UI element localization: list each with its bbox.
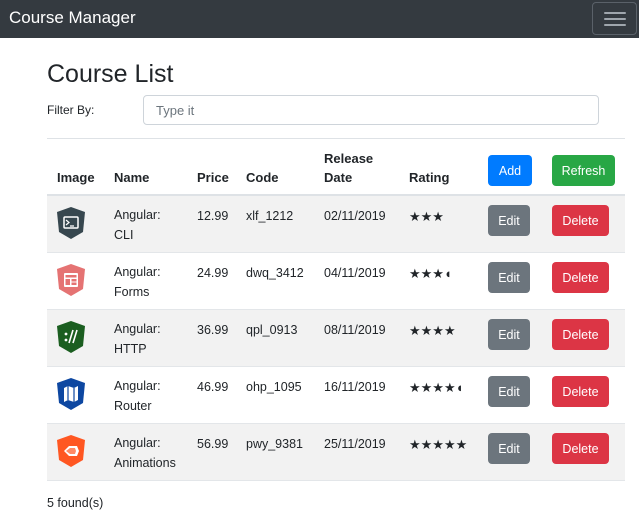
delete-button[interactable]: Delete xyxy=(552,205,609,236)
course-price: 24.99 xyxy=(197,266,229,280)
course-release-date: 16/11/2019 xyxy=(324,380,386,394)
star-rating: ★★★ xyxy=(409,209,444,224)
hamburger-icon-bar xyxy=(604,18,626,20)
star-rating: ★★★◖ xyxy=(409,266,452,281)
refresh-button[interactable]: Refresh xyxy=(552,155,615,186)
table-row: Angular: CLI 12.99 xlf_1212 02/11/2019 ★… xyxy=(47,196,625,253)
table-row: Angular: Animations 56.99 pwy_9381 25/11… xyxy=(47,424,625,481)
header-release-line2: Date xyxy=(324,170,353,185)
course-price: 56.99 xyxy=(197,437,229,451)
add-button[interactable]: Add xyxy=(488,155,532,186)
course-release-date: 02/11/2019 xyxy=(324,209,386,223)
edit-button[interactable]: Edit xyxy=(488,433,530,464)
star-rating: ★★★★★ xyxy=(409,437,468,452)
course-name-line2: Forms xyxy=(114,285,150,299)
course-code: ohp_1095 xyxy=(246,380,302,394)
delete-button[interactable]: Delete xyxy=(552,433,609,464)
course-release-date: 08/11/2019 xyxy=(324,323,386,337)
table-row: Angular: HTTP 36.99 qpl_0913 08/11/2019 … xyxy=(47,310,625,367)
course-release-date: 04/11/2019 xyxy=(324,266,386,280)
course-name-line2: Router xyxy=(114,399,152,413)
course-name: Angular: Forms xyxy=(114,262,161,302)
course-release-date: 25/11/2019 xyxy=(324,437,386,451)
http-icon xyxy=(57,321,85,353)
table-row: Angular: Router 46.99 ohp_1095 16/11/201… xyxy=(47,367,625,424)
course-code: pwy_9381 xyxy=(246,437,303,451)
page-title: Course List xyxy=(47,60,174,88)
course-price: 46.99 xyxy=(197,380,229,394)
course-name: Angular: Router xyxy=(114,376,161,416)
course-name: Angular: CLI xyxy=(114,205,161,245)
course-name: Angular: Animations xyxy=(114,433,176,473)
course-name-line2: Animations xyxy=(114,456,176,470)
hamburger-icon xyxy=(604,12,626,14)
filter-input[interactable] xyxy=(143,95,599,125)
course-price: 36.99 xyxy=(197,323,229,337)
header-release-date: Release Date xyxy=(324,149,373,187)
course-name-line2: CLI xyxy=(114,228,134,242)
course-price: 12.99 xyxy=(197,209,229,223)
edit-button[interactable]: Edit xyxy=(488,262,530,293)
header-code: Code xyxy=(246,170,279,185)
course-code: xlf_1212 xyxy=(246,209,294,223)
edit-button[interactable]: Edit xyxy=(488,319,530,350)
course-code: qpl_0913 xyxy=(246,323,298,337)
edit-button[interactable]: Edit xyxy=(488,376,530,407)
divider xyxy=(47,138,625,139)
header-price: Price xyxy=(197,170,229,185)
course-code: dwq_3412 xyxy=(246,266,304,280)
router-icon xyxy=(57,378,85,410)
course-name-line1: Angular: xyxy=(114,208,161,222)
hamburger-icon-bar xyxy=(604,24,626,26)
header-rating: Rating xyxy=(409,170,450,185)
course-name: Angular: HTTP xyxy=(114,319,161,359)
delete-button[interactable]: Delete xyxy=(552,376,609,407)
delete-button[interactable]: Delete xyxy=(552,262,609,293)
menu-toggle-button[interactable] xyxy=(592,2,637,35)
star-rating: ★★★★◖ xyxy=(409,380,464,395)
forms-icon xyxy=(57,264,85,296)
course-name-line1: Angular: xyxy=(114,436,161,450)
navbar: Course Manager xyxy=(0,0,639,38)
header-name: Name xyxy=(114,170,150,185)
course-name-line1: Angular: xyxy=(114,379,161,393)
delete-button[interactable]: Delete xyxy=(552,319,609,350)
course-name-line1: Angular: xyxy=(114,322,161,336)
course-name-line1: Angular: xyxy=(114,265,161,279)
animations-icon xyxy=(57,435,85,467)
brand-title[interactable]: Course Manager xyxy=(9,8,136,28)
course-name-line2: HTTP xyxy=(114,342,147,356)
star-rating: ★★★★ xyxy=(409,323,456,338)
header-release-line1: Release xyxy=(324,151,374,166)
filter-label: Filter By: xyxy=(47,103,95,117)
header-image: Image xyxy=(57,170,95,185)
edit-button[interactable]: Edit xyxy=(488,205,530,236)
results-count: 5 found(s) xyxy=(47,496,104,510)
cli-icon xyxy=(57,207,85,239)
table-row: Angular: Forms 24.99 dwq_3412 04/11/2019… xyxy=(47,253,625,310)
